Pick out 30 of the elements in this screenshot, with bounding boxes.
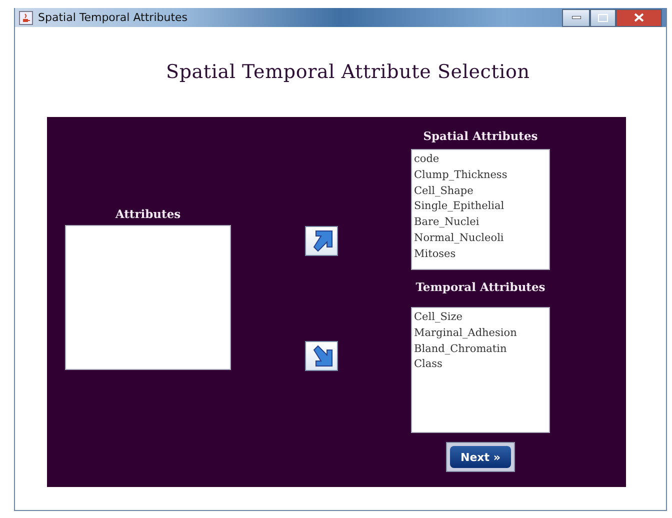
- list-item[interactable]: Marginal_Adhesion: [414, 326, 547, 342]
- window-title: Spatial Temporal Attributes: [38, 11, 189, 24]
- close-button[interactable]: [616, 8, 662, 26]
- move-to-temporal-button[interactable]: [305, 341, 338, 371]
- list-item[interactable]: Clump_Thickness: [414, 168, 547, 184]
- spatial-label: Spatial Attributes: [423, 129, 538, 143]
- spatial-list[interactable]: code Clump_Thickness Cell_Shape Single_Epithelial Bare_Nuclei Normal_Nucleoli Mitoses: [411, 149, 550, 270]
- maximize-button[interactable]: [590, 8, 616, 26]
- next-button[interactable]: Next »: [446, 442, 515, 472]
- page-heading: Spatial Temporal Attribute Selection: [166, 61, 531, 83]
- up-right-arrow-icon: [310, 230, 332, 252]
- list-item[interactable]: Cell_Size: [414, 310, 547, 326]
- list-item[interactable]: Cell_Shape: [414, 184, 547, 200]
- list-item[interactable]: Normal_Nucleoli: [414, 230, 547, 247]
- attributes-label: Attributes: [115, 207, 181, 221]
- list-item[interactable]: Bland_Chromatin: [414, 342, 547, 358]
- list-item[interactable]: Single_Epithelial: [414, 199, 547, 216]
- close-icon: [634, 13, 644, 22]
- list-item[interactable]: Mitoses: [414, 246, 547, 263]
- minimize-button[interactable]: [562, 8, 590, 26]
- list-item[interactable]: code: [414, 152, 547, 168]
- maximize-icon: [598, 14, 608, 22]
- move-to-spatial-button[interactable]: [305, 226, 338, 256]
- temporal-list[interactable]: Cell_Size Marginal_Adhesion Bland_Chromatin Class: [411, 307, 550, 433]
- list-item[interactable]: Class: [414, 357, 547, 374]
- java-cup-icon: [19, 10, 33, 24]
- minimize-icon: [572, 16, 580, 19]
- down-right-arrow-icon: [310, 345, 332, 367]
- temporal-label: Temporal Attributes: [416, 280, 546, 294]
- list-item[interactable]: Bare_Nuclei: [414, 215, 547, 231]
